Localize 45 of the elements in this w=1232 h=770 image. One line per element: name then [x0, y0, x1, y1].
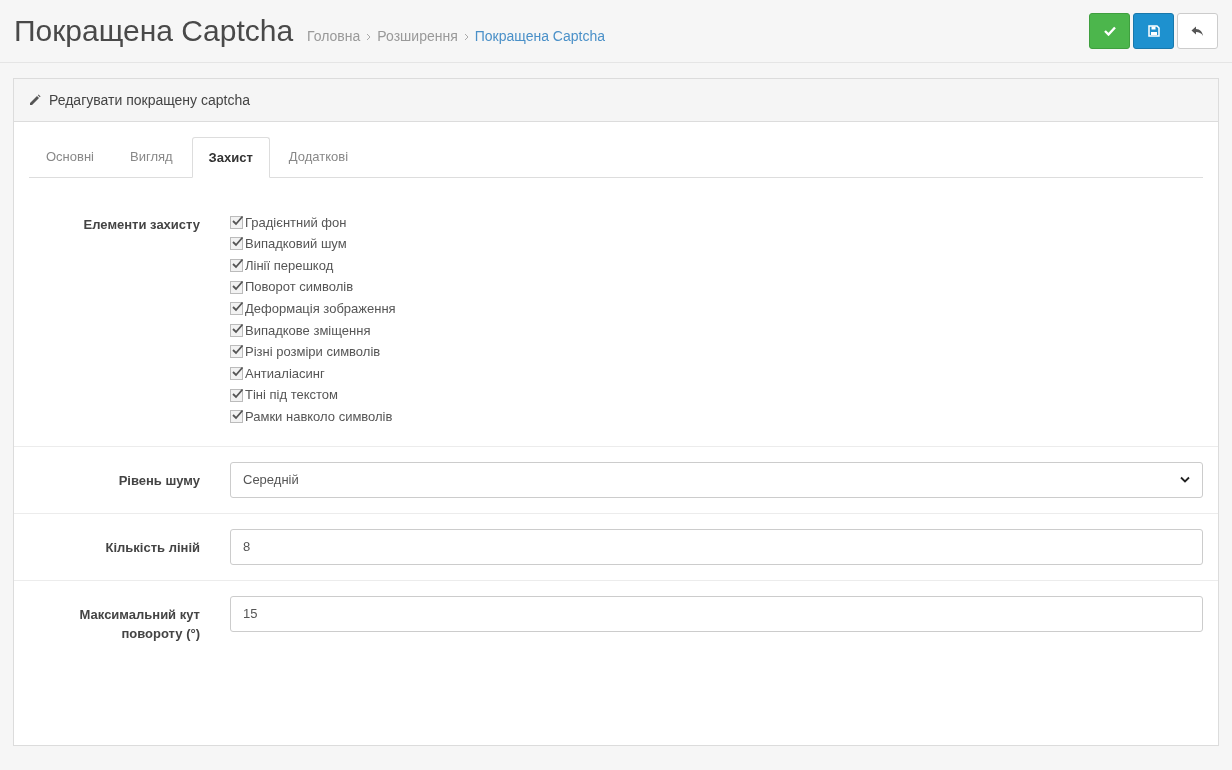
pencil-icon	[29, 94, 41, 106]
checkbox[interactable]	[230, 410, 243, 424]
input-field[interactable]: 8	[230, 528, 1203, 565]
checkbox-label: Рамки навколо символів	[245, 407, 393, 426]
checkbox-label: Випадковий шум	[245, 235, 347, 254]
chevron-icon	[463, 32, 469, 41]
breadcrumb-link[interactable]: Розширення	[377, 25, 458, 47]
tab[interactable]: Основні	[29, 137, 111, 177]
checkbox-label: Випадкове зміщення	[245, 321, 371, 340]
chevron-icon	[366, 32, 372, 41]
checkbox[interactable]	[230, 366, 243, 380]
checkbox[interactable]	[230, 388, 243, 402]
checkmark-icon	[1103, 26, 1116, 36]
tab[interactable]: Вигляд	[113, 137, 190, 177]
breadcrumb-link[interactable]: Покращена Captcha	[474, 25, 605, 47]
page-title: Покращена Captcha	[14, 15, 294, 46]
checkbox[interactable]	[230, 302, 243, 316]
checkbox[interactable]	[230, 215, 243, 229]
tab[interactable]: Додаткові	[271, 137, 366, 177]
checkbox[interactable]	[230, 323, 243, 337]
checkbox-label: Деформація зображення	[245, 299, 396, 318]
checkbox-label: Тіні під текстом	[245, 386, 338, 405]
checkbox[interactable]	[230, 345, 243, 359]
checkbox-label: Поворот символів	[245, 278, 354, 297]
breadcrumb-link[interactable]: Головна	[307, 25, 361, 47]
field-label: Рівень шуму	[118, 472, 200, 488]
checkbox-label: Лінії перешкод	[245, 256, 334, 275]
checkbox-label: Градієнтний фон	[245, 213, 347, 232]
field-label: Максимальний кут повороту (°)	[79, 606, 200, 641]
reply-arrow-icon	[1191, 25, 1204, 37]
save-button[interactable]	[1133, 13, 1174, 49]
chevron-down-icon	[1180, 476, 1190, 484]
input-field[interactable]: 15	[230, 595, 1203, 632]
field-label: Елементи захисту	[83, 217, 200, 232]
back-button[interactable]	[1177, 13, 1218, 49]
save-button[interactable]	[1089, 13, 1130, 49]
checkbox-label: Антиаліасинг	[245, 364, 325, 383]
field-label: Кількість ліній	[105, 539, 200, 555]
dropdown[interactable]: Середній	[230, 461, 1203, 498]
tab[interactable]: Захист	[191, 137, 270, 178]
panel-title: Редагувати покращену captcha	[49, 90, 250, 110]
checkbox-label: Різні розміри символів	[245, 343, 381, 362]
checkbox[interactable]	[230, 280, 243, 294]
checkbox[interactable]	[230, 259, 243, 272]
checkbox[interactable]	[230, 237, 243, 251]
